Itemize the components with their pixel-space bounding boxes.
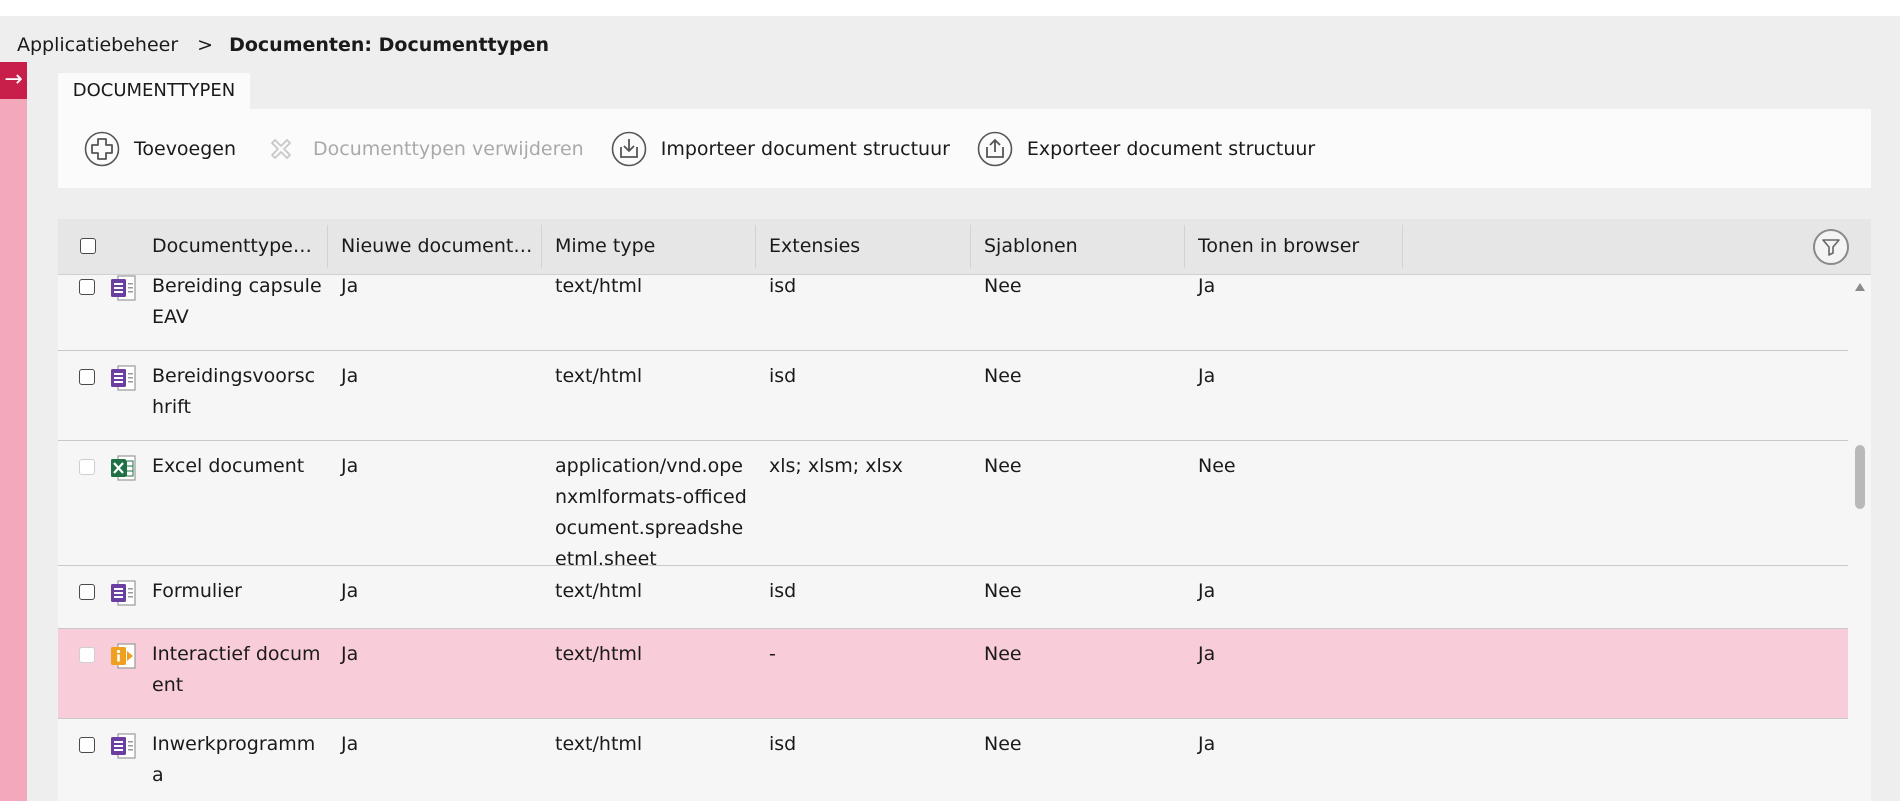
table-row-selected[interactable]: Interactief document Ja text/html - Nee … — [58, 629, 1848, 719]
cell-documenttype: Excel document — [152, 455, 305, 477]
cell-tonen-in-browser: Nee — [1198, 455, 1236, 477]
filter-funnel-icon — [1822, 239, 1840, 256]
select-all-checkbox[interactable] — [80, 238, 96, 254]
cell-mime-type: text/html — [555, 365, 643, 387]
table-row[interactable]: Excel document Ja application/vnd.openxm… — [58, 441, 1848, 566]
expand-panel-button[interactable]: → — [0, 62, 27, 99]
row-checkbox[interactable] — [79, 584, 95, 600]
scrollbar-thumb[interactable] — [1855, 445, 1865, 509]
cell-documenttype: Interactief document — [152, 643, 321, 696]
column-divider[interactable] — [1184, 225, 1185, 268]
toolbar: Toevoegen Documenttypen verwijderen Impo… — [58, 109, 1871, 188]
cell-mime-type: text/html — [555, 580, 643, 602]
cell-nieuwe-document: Ja — [341, 455, 359, 477]
table-row[interactable]: Formulier Ja text/html isd Nee Ja — [58, 566, 1848, 629]
column-divider[interactable] — [541, 225, 542, 268]
form-document-icon — [111, 275, 136, 301]
form-document-icon — [111, 365, 136, 391]
sort-ascending-icon — [310, 241, 320, 248]
cell-tonen-in-browser: Ja — [1198, 733, 1216, 755]
cell-sjablonen: Nee — [984, 365, 1022, 387]
cell-mime-type: application/vnd.openxmlformats-officedoc… — [555, 455, 747, 566]
top-bar — [0, 0, 1900, 16]
table-row[interactable]: Bereidingsvoorschrift Ja text/html isd N… — [58, 351, 1848, 441]
cell-nieuwe-document: Ja — [341, 733, 359, 755]
cell-tonen-in-browser: Ja — [1198, 275, 1216, 297]
filter-button[interactable] — [1813, 229, 1849, 265]
row-checkbox[interactable] — [79, 647, 95, 663]
delete-button-label: Documenttypen verwijderen — [313, 137, 584, 160]
cell-mime-type: text/html — [555, 643, 643, 665]
cell-extensies: isd — [769, 580, 797, 602]
documenttypes-grid: Documenttypen Nieuwe document… Mime type… — [58, 219, 1871, 801]
table-row[interactable]: Bereiding capsule EAV Ja text/html isd N… — [58, 275, 1848, 351]
row-checkbox[interactable] — [79, 369, 95, 385]
cell-tonen-in-browser: Ja — [1198, 643, 1216, 665]
cell-extensies: isd — [769, 733, 797, 755]
breadcrumb-parent-link[interactable]: Applicatiebeheer — [17, 34, 178, 56]
left-rail: → — [0, 62, 27, 801]
column-divider[interactable] — [755, 225, 756, 268]
cell-documenttype: Inwerkprogramma — [152, 733, 316, 786]
import-structure-button[interactable]: Importeer document structuur — [611, 131, 950, 167]
export-button-label: Exporteer document structuur — [1026, 137, 1316, 160]
scroll-up-arrow-icon[interactable] — [1855, 283, 1865, 291]
column-header-nieuwe-document[interactable]: Nieuwe document… — [341, 219, 541, 274]
excel-document-icon — [111, 455, 136, 481]
column-header-tonen-in-browser[interactable]: Tonen in browser — [1198, 219, 1398, 274]
cell-sjablonen: Nee — [984, 275, 1022, 297]
cell-documenttype: Bereiding capsule EAV — [152, 275, 322, 328]
column-header-sjablonen[interactable]: Sjablonen — [984, 219, 1184, 274]
cell-documenttype: Formulier — [152, 580, 242, 602]
cell-nieuwe-document: Ja — [341, 580, 359, 602]
column-divider[interactable] — [327, 225, 328, 268]
import-button-label: Importeer document structuur — [660, 137, 950, 160]
add-button-label: Toevoegen — [134, 137, 237, 160]
form-document-icon — [111, 733, 136, 759]
column-header-documenttypen[interactable]: Documenttypen — [152, 219, 320, 274]
cell-documenttype: Bereidingsvoorschrift — [152, 365, 316, 418]
delete-x-icon — [263, 131, 299, 167]
cell-sjablonen: Nee — [984, 580, 1022, 602]
delete-documenttypes-button[interactable]: Documenttypen verwijderen — [263, 131, 584, 167]
breadcrumb: Applicatiebeheer > Documenten: Documentt… — [17, 31, 549, 59]
cell-nieuwe-document: Ja — [341, 643, 359, 665]
cell-nieuwe-document: Ja — [341, 365, 359, 387]
arrow-right-icon: → — [4, 67, 23, 92]
cell-extensies: - — [769, 643, 776, 665]
add-button[interactable]: Toevoegen — [84, 131, 236, 167]
cell-nieuwe-document: Ja — [341, 275, 359, 297]
row-checkbox[interactable] — [79, 279, 95, 295]
interactive-document-icon — [111, 643, 136, 669]
cell-sjablonen: Nee — [984, 643, 1022, 665]
cell-sjablonen: Nee — [984, 455, 1022, 477]
column-header-extensies[interactable]: Extensies — [769, 219, 969, 274]
plus-circle-icon — [84, 131, 120, 167]
breadcrumb-separator: > — [197, 34, 214, 56]
row-checkbox[interactable] — [79, 459, 95, 475]
cell-extensies: isd — [769, 275, 797, 297]
column-divider[interactable] — [970, 225, 971, 268]
vertical-scrollbar[interactable] — [1848, 275, 1871, 801]
column-header-documenttypen-label: Documenttypen — [152, 235, 305, 257]
import-icon — [611, 131, 647, 167]
tab-documenttypen[interactable]: DOCUMENTTYPEN — [58, 73, 250, 109]
cell-tonen-in-browser: Ja — [1198, 580, 1216, 602]
cell-tonen-in-browser: Ja — [1198, 365, 1216, 387]
table-row[interactable]: Inwerkprogramma Ja text/html isd Nee Ja — [58, 719, 1848, 801]
column-header-mime-type[interactable]: Mime type — [555, 219, 755, 274]
grid-header: Documenttypen Nieuwe document… Mime type… — [58, 219, 1871, 275]
export-icon — [977, 131, 1013, 167]
export-structure-button[interactable]: Exporteer document structuur — [977, 131, 1315, 167]
cell-extensies: isd — [769, 365, 797, 387]
grid-body: Bereiding capsule EAV Ja text/html isd N… — [58, 275, 1848, 801]
row-checkbox[interactable] — [79, 737, 95, 753]
cell-mime-type: text/html — [555, 275, 643, 297]
cell-sjablonen: Nee — [984, 733, 1022, 755]
form-document-icon — [111, 580, 136, 606]
breadcrumb-current: Documenten: Documenttypen — [229, 34, 550, 56]
cell-mime-type: text/html — [555, 733, 643, 755]
cell-extensies: xls; xlsm; xlsx — [769, 455, 903, 477]
column-divider[interactable] — [1402, 225, 1403, 268]
